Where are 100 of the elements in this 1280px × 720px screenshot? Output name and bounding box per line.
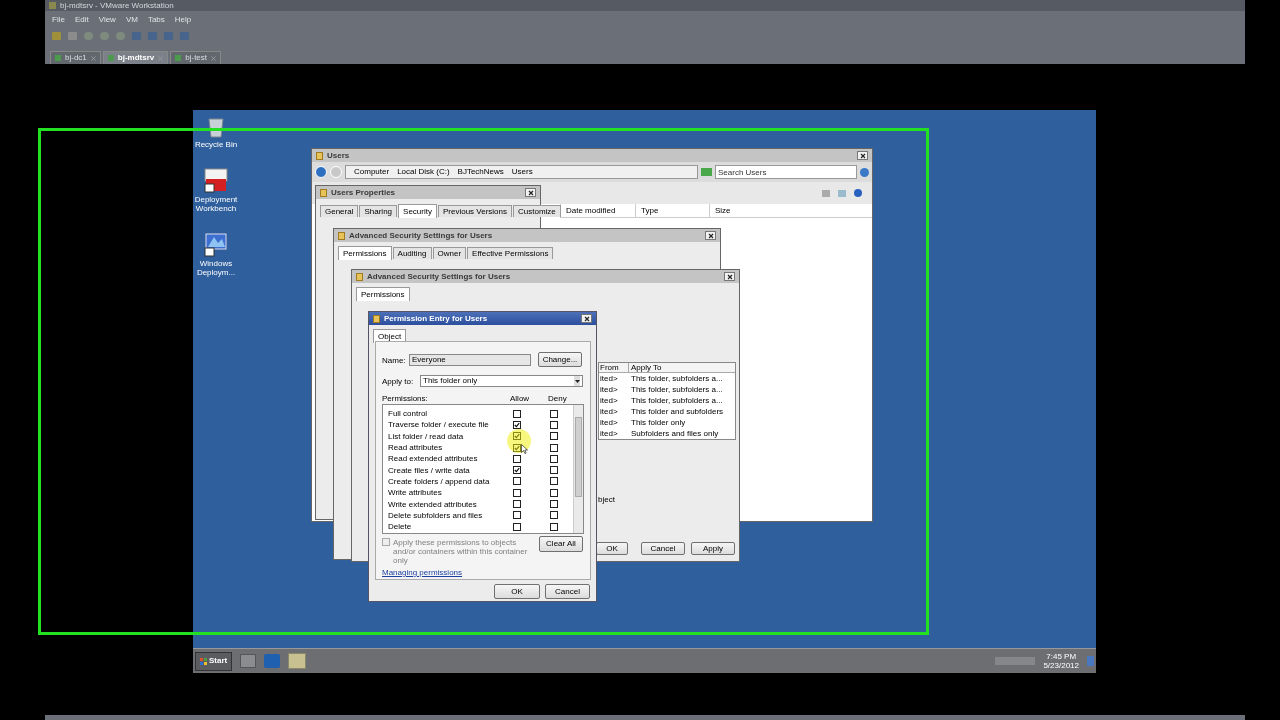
permission-name: Write extended attributes [387, 499, 478, 509]
apply-to-dropdown[interactable]: This folder only [420, 375, 583, 387]
menu-item[interactable]: Edit [74, 13, 89, 26]
tab[interactable]: Auditing [392, 247, 432, 259]
checkbox[interactable] [550, 466, 558, 475]
checkbox[interactable] [513, 488, 521, 497]
breadcrumb-item[interactable]: Computer [354, 166, 390, 178]
column-header[interactable]: Size [709, 204, 779, 217]
folder-icon [320, 188, 327, 197]
toolbox-icon [203, 167, 229, 193]
dropdown-arrow-icon [574, 376, 580, 386]
tab[interactable]: Previous Versions [437, 205, 512, 217]
checkbox[interactable] [550, 500, 558, 508]
checkbox[interactable] [513, 454, 521, 463]
permission-name: Full control [387, 409, 429, 419]
tab[interactable]: bj-dc1 [50, 51, 101, 64]
help-link[interactable]: Managing permissions [382, 568, 463, 577]
menu-item[interactable]: Help [174, 13, 192, 26]
cursor-highlight [506, 428, 532, 454]
dialog-button[interactable]: Apply [691, 542, 735, 555]
window-title: Permission Entry for Users [384, 314, 488, 323]
menu-item[interactable]: File [52, 13, 65, 26]
name-field: Everyone [409, 354, 531, 366]
clear-all-button[interactable]: Clear All [539, 536, 583, 552]
menu-item[interactable]: View [98, 13, 116, 26]
tab[interactable]: Sharing [359, 205, 398, 217]
checkbox[interactable] [513, 420, 521, 429]
dialog-button[interactable]: Cancel [641, 542, 685, 555]
dialog-button[interactable]: OK [596, 542, 628, 555]
permission-name: Read attributes [387, 443, 444, 453]
desktop-icon[interactable]: Recycle Bin [190, 116, 242, 149]
column-header[interactable]: Apply To [629, 363, 735, 372]
dialog-button[interactable]: Cancel [545, 584, 590, 599]
window-title: Users Properties [331, 188, 396, 197]
list-row[interactable]: ited> Subfolders and files only [599, 428, 735, 439]
tab[interactable]: Effective Permissions [467, 247, 554, 259]
desktop-icon[interactable]: Windows Deploym... [190, 231, 242, 277]
permission-name: List folder / read data [387, 431, 465, 441]
list-row[interactable]: ited> This folder, subfolders a... [599, 395, 735, 406]
field-label: Apply to: [382, 377, 414, 386]
column-header[interactable]: Type [635, 204, 709, 217]
permission-name: Delete [387, 522, 413, 532]
checkbox[interactable] [550, 432, 558, 441]
close-button[interactable] [581, 314, 592, 323]
tab[interactable]: Permissions [338, 246, 392, 260]
breadcrumb-item[interactable]: Users [511, 166, 533, 178]
close-button[interactable] [705, 231, 716, 240]
close-button[interactable] [857, 151, 868, 160]
permission-name: Write attributes [387, 488, 443, 498]
tab[interactable]: Owner [432, 247, 467, 259]
window-title: bj-mdtsrv - VMware Workstation [60, 1, 174, 10]
list-row[interactable]: ited> This folder, subfolders a... [599, 384, 735, 395]
checkbox[interactable] [550, 420, 558, 429]
windows-logo-icon [200, 657, 207, 665]
checkbox[interactable] [513, 432, 521, 441]
checkbox[interactable] [550, 522, 558, 531]
checkbox[interactable] [550, 477, 558, 486]
tab[interactable]: Permissions [356, 287, 410, 301]
close-button[interactable] [724, 272, 735, 281]
list-row[interactable]: ited> This folder, subfolders a... [599, 373, 735, 384]
dialog-button[interactable]: OK [494, 584, 540, 599]
breadcrumb-item[interactable]: BJTechNews [457, 166, 504, 178]
folder-icon [356, 272, 363, 281]
checkbox-label: Apply these permissions to objects and/or containers within this container only [393, 538, 529, 565]
column-header: Allow [510, 394, 530, 403]
list-row[interactable]: ited> This folder and subfolders [599, 406, 735, 417]
checkbox[interactable] [513, 522, 521, 531]
checkbox[interactable] [550, 443, 558, 452]
list-row[interactable]: ited> This folder only [599, 417, 735, 428]
window-title: Users [327, 151, 350, 160]
start-button[interactable]: Start [195, 651, 233, 671]
folder-icon [316, 151, 323, 160]
field-label: Permissions: [382, 394, 428, 403]
tab[interactable]: Customize [513, 205, 561, 217]
checkbox[interactable] [513, 500, 521, 508]
menu-item[interactable]: VM [125, 13, 138, 26]
checkbox[interactable] [550, 488, 558, 497]
close-button[interactable] [525, 188, 536, 197]
checkbox[interactable] [550, 511, 558, 520]
tab[interactable]: General [320, 205, 359, 217]
column-header[interactable]: From [599, 363, 629, 372]
checkbox[interactable] [513, 466, 521, 475]
search-field[interactable]: Search Users [715, 165, 857, 179]
checkbox[interactable] [513, 409, 521, 418]
clock-date: 5/23/2012 [1043, 661, 1079, 670]
address-bar[interactable]: Computer Local Disk (C:) BJTechNews Users [345, 165, 698, 179]
tab[interactable]: bj-mdtsrv [102, 51, 169, 64]
change-button[interactable]: Change... [538, 352, 582, 367]
tab[interactable]: bj-test [170, 51, 222, 64]
checkbox[interactable] [513, 511, 521, 520]
monitor-icon [203, 231, 229, 257]
checkbox[interactable] [513, 477, 521, 486]
desktop-icon[interactable]: Deployment Workbench [190, 167, 242, 213]
checkbox[interactable] [550, 454, 558, 463]
scrollbar[interactable] [573, 405, 583, 533]
permission-name: Create files / write data [387, 465, 471, 475]
tab[interactable]: Security [398, 204, 437, 218]
checkbox[interactable] [550, 409, 558, 418]
breadcrumb-item[interactable]: Local Disk (C:) [397, 166, 450, 178]
menu-item[interactable]: Tabs [147, 13, 165, 26]
